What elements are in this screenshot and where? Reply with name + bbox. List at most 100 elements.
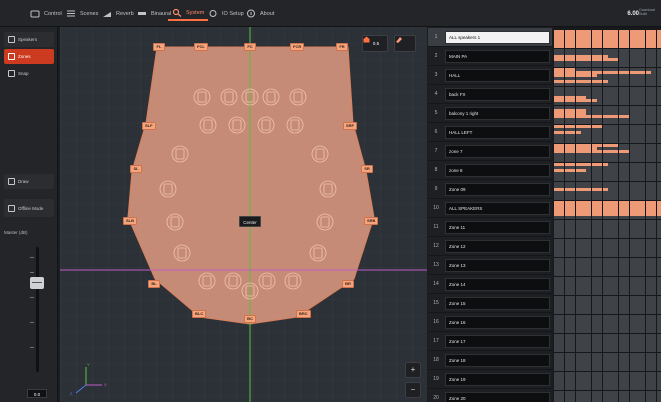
matrix-cell[interactable] xyxy=(635,368,640,371)
matrix-cell[interactable] xyxy=(656,45,661,48)
matrix-cell[interactable] xyxy=(629,159,635,162)
master-fader-track[interactable] xyxy=(36,247,39,372)
matrix-cell[interactable] xyxy=(602,368,608,371)
matrix-cell[interactable] xyxy=(624,349,630,352)
matrix-cell[interactable] xyxy=(613,121,619,124)
matrix-cell[interactable] xyxy=(656,330,661,333)
matrix-cell[interactable] xyxy=(651,159,657,162)
matrix-cell[interactable] xyxy=(613,178,619,181)
matrix-cell[interactable] xyxy=(613,311,619,314)
speaker-label-sl[interactable]: SL xyxy=(130,165,142,173)
matrix-cell[interactable] xyxy=(591,64,597,67)
matrix-cell[interactable] xyxy=(570,368,576,371)
matrix-cell[interactable] xyxy=(597,178,603,181)
matrix-cell[interactable] xyxy=(618,178,624,181)
matrix-cell[interactable] xyxy=(564,178,570,181)
matrix-cell[interactable] xyxy=(602,121,608,124)
matrix-cell[interactable] xyxy=(602,45,608,48)
matrix-cell[interactable] xyxy=(591,178,597,181)
zone-row[interactable]: 5 balcony 1 right xyxy=(428,104,552,123)
matrix-cell[interactable] xyxy=(570,311,576,314)
matrix-cell[interactable] xyxy=(570,216,576,219)
matrix-cell[interactable] xyxy=(640,311,646,314)
speaker-canvas[interactable]: Y X Z FL FCL FC FCR FR SLF SRF SL SR SLB… xyxy=(60,27,427,402)
matrix-cell[interactable] xyxy=(608,197,613,200)
matrix-cell[interactable] xyxy=(608,387,613,390)
zone-row[interactable]: 4 back FX xyxy=(428,85,552,104)
matrix-cell[interactable] xyxy=(586,387,592,390)
zone-name-field[interactable]: HALL xyxy=(445,69,550,82)
matrix-cell[interactable] xyxy=(608,83,613,86)
matrix-cell[interactable] xyxy=(602,178,608,181)
matrix-cell[interactable] xyxy=(608,254,613,257)
matrix-cell[interactable] xyxy=(564,159,570,162)
matrix-cell[interactable] xyxy=(656,140,661,143)
matrix-cell[interactable] xyxy=(651,121,657,124)
matrix-cell[interactable] xyxy=(564,254,570,257)
matrix-cell[interactable] xyxy=(554,235,559,238)
matrix-cell[interactable] xyxy=(640,368,646,371)
matrix-cell[interactable] xyxy=(613,235,619,238)
matrix-cell[interactable] xyxy=(564,330,570,333)
matrix-cell[interactable] xyxy=(608,140,613,143)
matrix-cell[interactable] xyxy=(645,330,651,333)
matrix-cell[interactable] xyxy=(575,235,581,238)
matrix-cell[interactable] xyxy=(608,311,613,314)
matrix-cell[interactable] xyxy=(635,159,640,162)
matrix-cell[interactable] xyxy=(608,330,613,333)
matrix-cell[interactable] xyxy=(635,273,640,276)
tab-system[interactable]: System xyxy=(168,6,209,21)
zone-row[interactable]: 10 ALL SPEAKERS xyxy=(428,199,552,218)
matrix-cell[interactable] xyxy=(656,254,661,257)
matrix-cell[interactable] xyxy=(618,387,624,390)
matrix-cell[interactable] xyxy=(635,216,640,219)
matrix-cell[interactable] xyxy=(591,311,597,314)
matrix-cell[interactable] xyxy=(581,140,586,143)
matrix-cell[interactable] xyxy=(554,140,559,143)
matrix-cell[interactable] xyxy=(640,216,646,219)
matrix-cell[interactable] xyxy=(570,159,576,162)
matrix-cell[interactable] xyxy=(591,140,597,143)
matrix-cell[interactable] xyxy=(656,292,661,295)
matrix-cell[interactable] xyxy=(629,64,635,67)
matrix-cell[interactable] xyxy=(586,235,592,238)
matrix-cell[interactable] xyxy=(591,102,597,105)
matrix-cell[interactable] xyxy=(554,121,559,124)
matrix-cell[interactable] xyxy=(575,121,581,124)
speaker-label-bl[interactable]: BL xyxy=(148,280,160,288)
matrix-cell[interactable] xyxy=(591,121,597,124)
matrix-cell[interactable] xyxy=(570,197,576,200)
matrix-cell[interactable] xyxy=(602,292,608,295)
zone-row[interactable]: 1 ALL speakers 1 xyxy=(428,28,552,47)
matrix-cell[interactable] xyxy=(613,216,619,219)
matrix-cell[interactable] xyxy=(602,83,608,86)
matrix-cell[interactable] xyxy=(608,45,613,48)
matrix-cell[interactable] xyxy=(575,311,581,314)
matrix-cell[interactable] xyxy=(635,197,640,200)
matrix-cell[interactable] xyxy=(564,235,570,238)
speaker-label-srf[interactable]: SRF xyxy=(343,122,357,130)
matrix-cell[interactable] xyxy=(575,292,581,295)
matrix-cell[interactable] xyxy=(629,216,635,219)
matrix-cell[interactable] xyxy=(651,235,657,238)
matrix-cell[interactable] xyxy=(645,178,651,181)
matrix-cell[interactable] xyxy=(564,102,570,105)
matrix-cell[interactable] xyxy=(608,178,613,181)
matrix-cell[interactable] xyxy=(635,64,640,67)
matrix-cell[interactable] xyxy=(618,216,624,219)
matrix-cell[interactable] xyxy=(564,292,570,295)
matrix-cell[interactable] xyxy=(570,178,576,181)
matrix-cell[interactable] xyxy=(575,273,581,276)
zone-row[interactable]: 20 Zone 20 xyxy=(428,389,552,402)
matrix-cell[interactable] xyxy=(624,83,630,86)
speaker-label-slf[interactable]: SLF xyxy=(142,122,156,130)
matrix-cell[interactable] xyxy=(581,387,586,390)
matrix-cell[interactable] xyxy=(586,330,592,333)
zone-name-field[interactable]: zone 8 xyxy=(445,164,550,177)
matrix-cell[interactable] xyxy=(586,273,592,276)
matrix-cell[interactable] xyxy=(586,368,592,371)
matrix-cell[interactable] xyxy=(651,216,657,219)
tab-control[interactable]: Control xyxy=(26,6,66,21)
matrix-cell[interactable] xyxy=(624,273,630,276)
matrix-cell[interactable] xyxy=(559,235,565,238)
